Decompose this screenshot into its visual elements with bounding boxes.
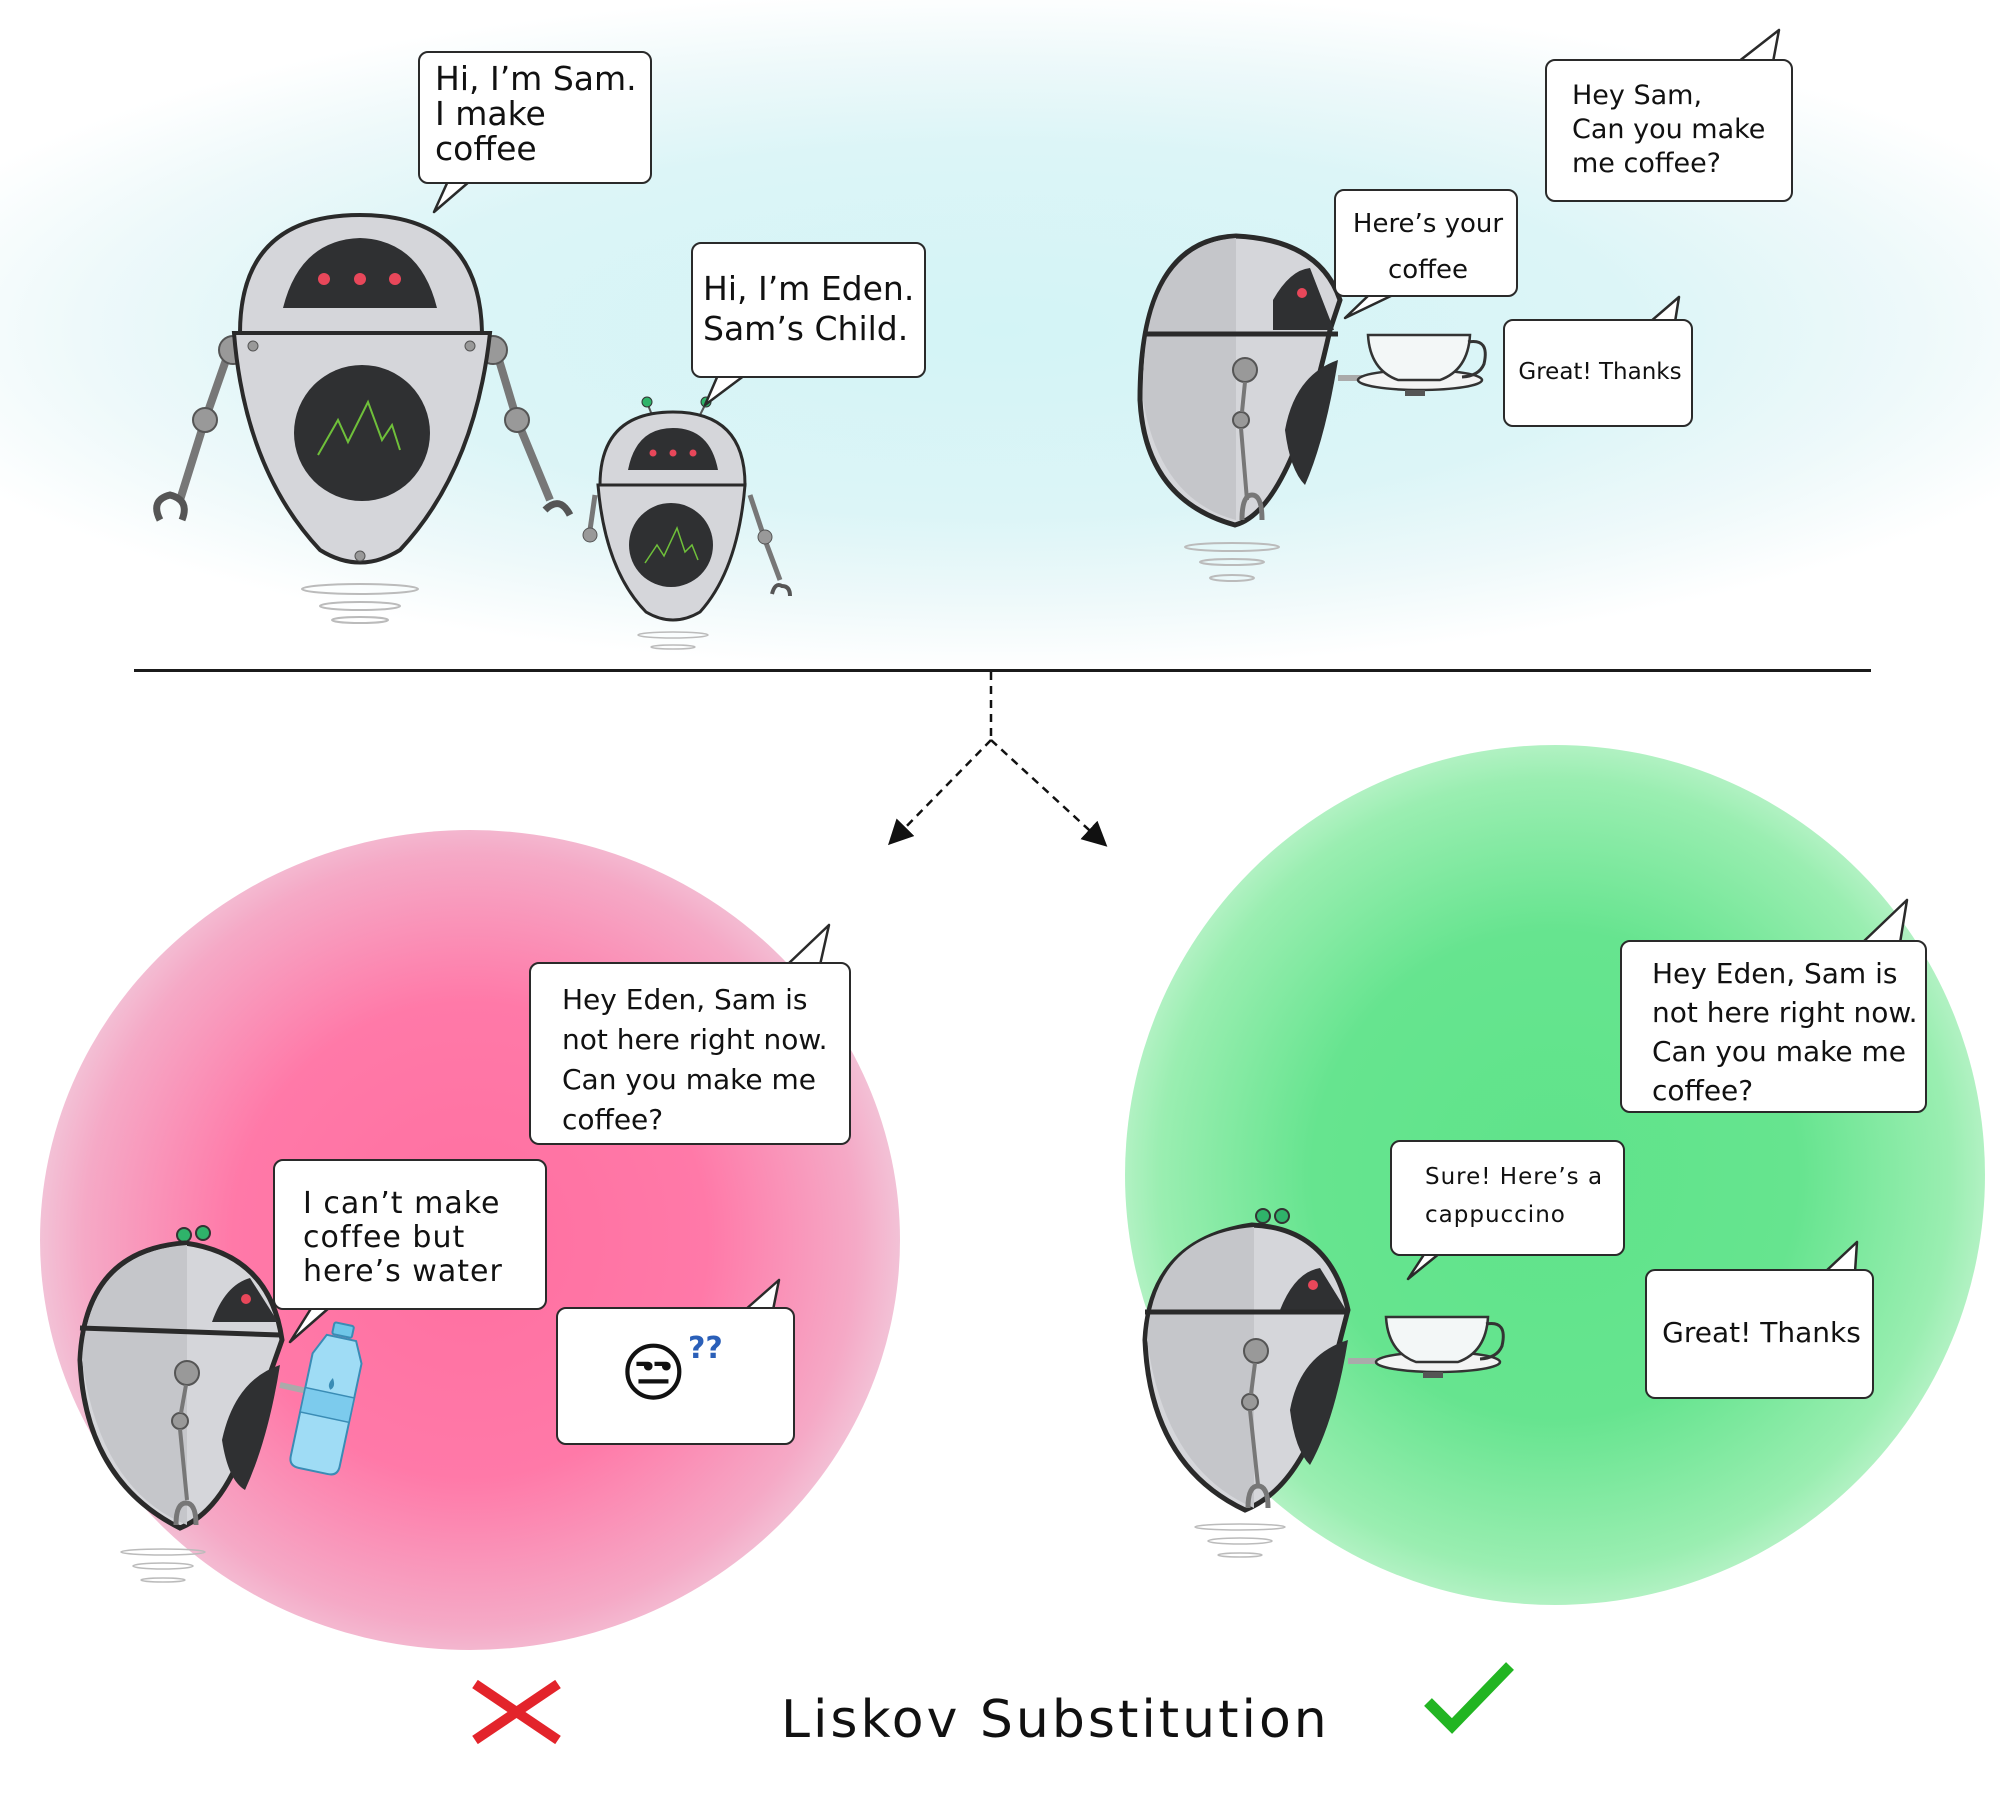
confused-face-icon: 😒 xyxy=(620,1337,687,1411)
top-robot-reply-bubble: Here’s your coffee xyxy=(1334,189,1518,297)
bad-robot-reply-bubble: I can’t make coffee but here’s water xyxy=(273,1159,547,1310)
eden-intro-bubble: Hi, I’m Eden. Sam’s Child. xyxy=(691,242,926,378)
top-robot-reply-text: Here’s your coffee xyxy=(1352,209,1504,285)
bad-request-bubble: Hey Eden, Sam is not here right now. Can… xyxy=(529,962,851,1145)
check-icon xyxy=(1424,1662,1514,1734)
question-marks: ?? xyxy=(688,1331,723,1366)
bad-request-text: Hey Eden, Sam is not here right now. Can… xyxy=(562,983,828,1136)
bad-robot-reply-text: I can’t make coffee but here’s water xyxy=(303,1186,503,1289)
water-bottle-icon xyxy=(289,1321,363,1476)
sam-intro-bubble: Hi, I’m Sam. I make coffee xyxy=(418,51,652,184)
good-robot-reply-text: Sure! Here’s a cappuccino xyxy=(1425,1164,1604,1228)
robot-eden xyxy=(582,396,792,650)
illustration-canvas xyxy=(77,28,1909,1745)
bubble-tails xyxy=(288,28,1909,1344)
robot-eden-succeeding xyxy=(1142,1208,1390,1558)
robot-sam xyxy=(153,212,574,624)
good-request-text: Hey Eden, Sam is not here right now. Can… xyxy=(1652,957,1918,1107)
good-robot-reply-bubble: Sure! Here’s a cappuccino xyxy=(1390,1140,1625,1256)
coffee-cup-icon xyxy=(1356,333,1487,396)
cross-icon xyxy=(472,1679,561,1745)
sam-intro-text: Hi, I’m Sam. I make coffee xyxy=(435,59,637,168)
branch-arrows xyxy=(888,672,1108,847)
arrow-to-bad xyxy=(888,739,992,846)
top-thanks-text: Great! Thanks xyxy=(1518,359,1682,385)
good-thanks-text: Great! Thanks xyxy=(1662,1316,1861,1349)
top-request-bubble: Hey Sam, Can you make me coffee? xyxy=(1545,59,1793,202)
cappuccino-cup-icon xyxy=(1374,1315,1505,1378)
good-thanks-bubble: Great! Thanks xyxy=(1645,1269,1874,1399)
diagram-title: Liskov Substitution xyxy=(781,1690,1330,1750)
good-request-bubble: Hey Eden, Sam is not here right now. Can… xyxy=(1620,940,1927,1113)
eden-intro-text: Hi, I’m Eden. Sam’s Child. xyxy=(703,269,915,348)
arrow-to-good xyxy=(990,739,1108,847)
top-request-text: Hey Sam, Can you make me coffee? xyxy=(1572,80,1766,179)
confused-reaction-bubble: 😒 ?? xyxy=(556,1307,795,1445)
top-thanks-bubble: Great! Thanks xyxy=(1503,319,1693,427)
